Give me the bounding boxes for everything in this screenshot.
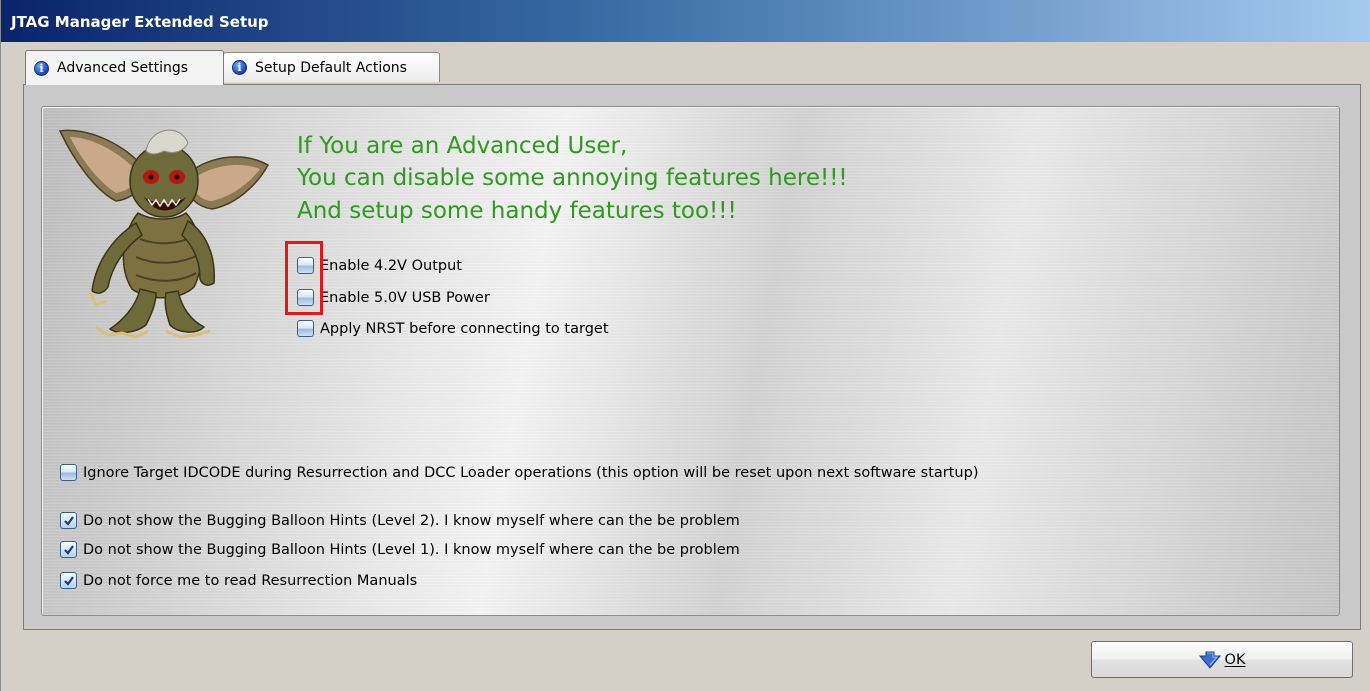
tab-advanced-settings[interactable]: i Advanced Settings bbox=[25, 50, 224, 85]
apply-nrst-checkbox[interactable]: Apply NRST before connecting to target bbox=[297, 320, 609, 337]
checkbox-box[interactable] bbox=[60, 464, 77, 481]
option-label: Do not show the Bugging Balloon Hints (L… bbox=[83, 512, 740, 529]
headline-line-2: You can disable some annoying features h… bbox=[297, 165, 848, 191]
enable-5v0-usb-power-checkbox[interactable]: Enable 5.0V USB Power bbox=[297, 289, 490, 306]
headline-line-3: And setup some handy features too!!! bbox=[297, 198, 737, 224]
info-icon: i bbox=[232, 60, 247, 75]
hide-balloon-hints-level2-checkbox[interactable]: Do not show the Bugging Balloon Hints (L… bbox=[60, 512, 740, 529]
checkbox-box[interactable] bbox=[60, 541, 77, 558]
skip-resurrection-manuals-checkbox[interactable]: Do not force me to read Resurrection Man… bbox=[60, 572, 417, 589]
window-title: JTAG Manager Extended Setup bbox=[11, 13, 269, 31]
setup-window: JTAG Manager Extended Setup i Advanced S… bbox=[0, 0, 1370, 691]
tab-setup-default-actions[interactable]: i Setup Default Actions bbox=[223, 52, 440, 82]
enable-4v2-output-checkbox[interactable]: Enable 4.2V Output bbox=[297, 257, 462, 274]
ok-label: OK bbox=[1224, 651, 1246, 668]
option-label: Enable 4.2V Output bbox=[320, 257, 462, 274]
tab-label: Advanced Settings bbox=[57, 60, 189, 76]
tab-page-advanced-settings: If You are an Advanced User, You can dis… bbox=[23, 84, 1361, 630]
option-label: Do not force me to read Resurrection Man… bbox=[83, 572, 418, 589]
checkbox-box[interactable] bbox=[297, 289, 314, 306]
checkbox-box[interactable] bbox=[297, 320, 314, 337]
option-label: Apply NRST before connecting to target bbox=[320, 320, 609, 337]
hide-balloon-hints-level1-checkbox[interactable]: Do not show the Bugging Balloon Hints (L… bbox=[60, 541, 740, 558]
option-label: Ignore Target IDCODE during Resurrection… bbox=[83, 464, 979, 481]
headline-line-1: If You are an Advanced User, bbox=[297, 133, 628, 159]
settings-panel: If You are an Advanced User, You can dis… bbox=[41, 106, 1340, 616]
gremlin-mascot-image bbox=[58, 129, 270, 339]
down-arrow-icon bbox=[1198, 651, 1221, 669]
title-bar: JTAG Manager Extended Setup bbox=[1, 0, 1370, 42]
option-label: Do not show the Bugging Balloon Hints (L… bbox=[83, 541, 740, 558]
check-mark-icon bbox=[63, 515, 74, 526]
checkbox-box[interactable] bbox=[60, 572, 77, 589]
tab-label: Setup Default Actions bbox=[255, 59, 407, 76]
info-icon: i bbox=[34, 60, 49, 76]
ignore-idcode-checkbox[interactable]: Ignore Target IDCODE during Resurrection… bbox=[60, 464, 978, 481]
check-mark-icon bbox=[63, 544, 74, 555]
ok-button[interactable]: OK bbox=[1091, 641, 1353, 678]
check-mark-icon bbox=[63, 575, 74, 586]
checkbox-box[interactable] bbox=[60, 512, 77, 529]
option-label: Enable 5.0V USB Power bbox=[320, 289, 490, 306]
checkbox-box[interactable] bbox=[297, 257, 314, 274]
